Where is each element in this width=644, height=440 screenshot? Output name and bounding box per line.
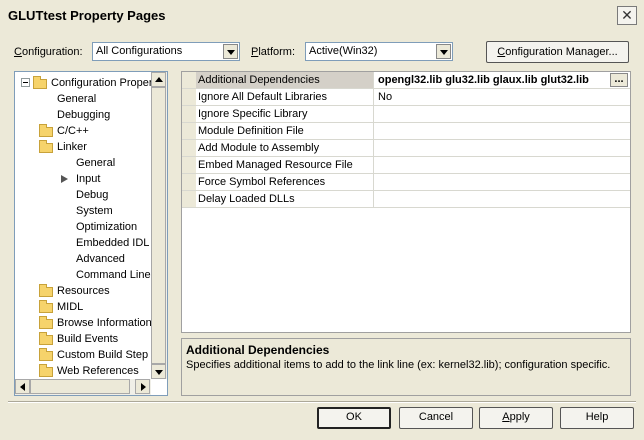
tree-item-optimization[interactable]: Optimization	[76, 219, 137, 235]
scroll-right-icon[interactable]	[135, 379, 150, 394]
property-name[interactable]: Embed Managed Resource File	[196, 157, 374, 173]
close-icon: ✕	[621, 7, 633, 23]
folder-icon	[39, 124, 53, 137]
property-value[interactable]: No	[374, 89, 630, 105]
configuration-manager-button[interactable]: Configuration Manager...	[486, 41, 629, 63]
tree-item-debugging[interactable]: Debugging	[57, 107, 110, 123]
folder-icon	[39, 364, 53, 377]
property-name[interactable]: Add Module to Assembly	[196, 140, 374, 156]
scroll-down-icon[interactable]	[151, 364, 166, 379]
tree-item-system[interactable]: System	[76, 203, 113, 219]
browse-button[interactable]: ...	[610, 73, 628, 87]
property-value[interactable]	[374, 174, 630, 190]
property-row[interactable]: Ignore Specific Library	[182, 106, 630, 123]
property-value[interactable]	[374, 191, 630, 207]
tree-item-web-references[interactable]: Web References	[57, 363, 139, 379]
tree-item-build-events[interactable]: Build Events	[57, 331, 118, 347]
window-title: GLUTtest Property Pages	[8, 8, 166, 23]
tree-item-resources[interactable]: Resources	[57, 283, 110, 299]
tree-item-embedded-idl[interactable]: Embedded IDL	[76, 235, 149, 251]
help-button[interactable]: Help	[560, 407, 634, 429]
property-row[interactable]: Force Symbol References	[182, 174, 630, 191]
tree-item-linker[interactable]: Linker	[57, 139, 87, 155]
property-name[interactable]: Ignore All Default Libraries	[196, 89, 374, 105]
apply-button[interactable]: Apply	[479, 407, 553, 429]
configuration-label: Configuration:	[14, 46, 83, 58]
tree-item-linker-general[interactable]: General	[76, 155, 115, 171]
property-tree[interactable]: Configuration Propertie General Debuggin…	[14, 71, 168, 396]
tree-item-cpp[interactable]: C/C++	[57, 123, 89, 139]
tree-item-advanced[interactable]: Advanced	[76, 251, 125, 267]
scroll-up-icon[interactable]	[151, 72, 166, 87]
property-row[interactable]: Additional Dependencies opengl32.lib glu…	[182, 72, 630, 89]
description-panel: Additional Dependencies Specifies additi…	[181, 338, 631, 396]
title-bar: GLUTtest Property Pages ✕	[0, 0, 644, 32]
chevron-down-icon[interactable]	[436, 44, 451, 59]
folder-icon	[39, 140, 53, 153]
cancel-button[interactable]: Cancel	[399, 407, 473, 429]
property-name[interactable]: Module Definition File	[196, 123, 374, 139]
platform-select[interactable]: Active(Win32)	[305, 42, 453, 61]
property-value[interactable]	[374, 106, 630, 122]
tree-item-debug[interactable]: Debug	[76, 187, 108, 203]
property-grid[interactable]: Additional Dependencies opengl32.lib glu…	[181, 71, 631, 333]
property-value[interactable]: opengl32.lib glu32.lib glaux.lib glut32.…	[374, 72, 630, 88]
tree-horizontal-scrollbar[interactable]	[15, 379, 151, 395]
folder-icon	[39, 284, 53, 297]
tree-item-general[interactable]: General	[57, 91, 96, 107]
configuration-value: All Configurations	[96, 45, 183, 57]
folder-icon	[39, 316, 53, 329]
divider	[8, 401, 636, 403]
description-text: Specifies additional items to add to the…	[186, 359, 611, 371]
close-button[interactable]: ✕	[617, 6, 637, 25]
configuration-select[interactable]: All Configurations	[92, 42, 240, 61]
scroll-thumb[interactable]	[30, 379, 130, 394]
tree-item-configuration-properties[interactable]: Configuration Propertie	[51, 75, 164, 91]
tree-vertical-scrollbar[interactable]	[151, 72, 167, 379]
folder-icon	[33, 76, 47, 89]
property-name[interactable]: Force Symbol References	[196, 174, 374, 190]
tree-item-input[interactable]: Input	[76, 171, 100, 187]
chevron-down-icon[interactable]	[223, 44, 238, 59]
property-value[interactable]	[374, 157, 630, 173]
property-row[interactable]: Delay Loaded DLLs	[182, 191, 630, 208]
scroll-left-icon[interactable]	[15, 379, 30, 394]
property-name[interactable]: Additional Dependencies	[196, 72, 374, 88]
platform-value: Active(Win32)	[309, 45, 378, 57]
folder-icon	[39, 348, 53, 361]
folder-icon	[39, 332, 53, 345]
arrow-right-icon	[61, 175, 68, 183]
description-title: Additional Dependencies	[186, 343, 330, 357]
tree-item-custom-build-step[interactable]: Custom Build Step	[57, 347, 148, 363]
ok-button[interactable]: OK	[317, 407, 391, 429]
property-row[interactable]: Embed Managed Resource File	[182, 157, 630, 174]
collapse-icon[interactable]	[21, 78, 30, 87]
tree-item-midl[interactable]: MIDL	[57, 299, 83, 315]
property-row[interactable]: Add Module to Assembly	[182, 140, 630, 157]
property-value[interactable]	[374, 123, 630, 139]
tree-item-browse-information[interactable]: Browse Information	[57, 315, 152, 331]
property-name[interactable]: Ignore Specific Library	[196, 106, 374, 122]
property-row[interactable]: Module Definition File	[182, 123, 630, 140]
platform-label: Platform:	[251, 46, 296, 58]
property-name[interactable]: Delay Loaded DLLs	[196, 191, 374, 207]
folder-icon	[39, 300, 53, 313]
tree-item-command-line[interactable]: Command Line	[76, 267, 151, 283]
scroll-thumb[interactable]	[151, 87, 166, 364]
property-row[interactable]: Ignore All Default Libraries No	[182, 89, 630, 106]
property-value[interactable]	[374, 140, 630, 156]
